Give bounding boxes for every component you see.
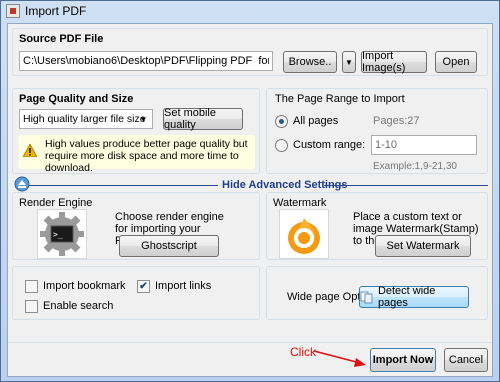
all-pages-label[interactable]: All pages xyxy=(293,115,338,127)
wide-page-panel: Wide page Option Detect wide pages xyxy=(266,266,488,320)
render-engine-heading: Render Engine xyxy=(19,197,93,209)
flame-stamp-icon xyxy=(288,218,320,254)
custom-range-label[interactable]: Custom range: xyxy=(293,139,365,151)
warning-icon xyxy=(23,144,37,157)
quality-panel: Page Quality and Size High quality large… xyxy=(12,88,260,174)
page-range-heading: The Page Range to Import xyxy=(275,93,405,105)
source-heading: Source PDF File xyxy=(19,33,104,45)
window-title: Import PDF xyxy=(25,4,87,18)
watermark-heading: Watermark xyxy=(273,197,327,209)
import-links-label[interactable]: Import links xyxy=(155,280,211,292)
svg-text:>_: >_ xyxy=(53,230,63,239)
import-bookmark-label[interactable]: Import bookmark xyxy=(43,280,126,292)
advanced-divider-right xyxy=(324,185,488,186)
import-bookmark-checkbox[interactable] xyxy=(25,280,38,293)
red-arrow-icon xyxy=(313,350,366,367)
detect-pages-icon xyxy=(360,291,373,304)
range-example: Example:1,9-21,30 xyxy=(373,161,457,172)
page-range-panel: The Page Range to Import All pages Pages… xyxy=(266,88,488,174)
browse-dropdown-button[interactable]: ▼ xyxy=(342,51,356,73)
render-engine-panel: Render Engine >_ Choose render engine fo… xyxy=(12,192,260,260)
detect-wide-pages-button[interactable]: Detect wide pages xyxy=(359,285,469,309)
enable-search-checkbox[interactable] xyxy=(25,300,38,313)
chevron-down-icon: ▼ xyxy=(139,114,148,124)
collapse-up-icon[interactable] xyxy=(14,176,30,192)
quality-hint-text: High values produce better page quality … xyxy=(45,138,248,174)
footer-bar: Click Import Now Cancel xyxy=(8,342,492,376)
all-pages-radio[interactable] xyxy=(275,115,288,128)
quality-heading: Page Quality and Size xyxy=(19,93,134,105)
watermark-panel: Watermark Place a custom text or image W… xyxy=(266,192,488,260)
import-options-panel: Import bookmark ✔ Import links Enable se… xyxy=(12,266,260,320)
source-path-field[interactable] xyxy=(19,51,273,71)
pages-count: Pages:27 xyxy=(373,115,420,127)
app-icon xyxy=(6,4,20,18)
dialog-body: Source PDF File Browse.. ▼ Import Image(… xyxy=(7,23,493,377)
terminal-icon-box: >_ xyxy=(37,209,87,259)
import-now-button[interactable]: Import Now xyxy=(370,348,436,372)
cancel-button[interactable]: Cancel xyxy=(444,348,488,372)
quality-selected-value: High quality larger file size xyxy=(23,113,146,125)
enable-search-label[interactable]: Enable search xyxy=(43,300,113,312)
quality-hint: High values produce better page quality … xyxy=(19,135,255,174)
browse-button[interactable]: Browse.. xyxy=(283,51,337,73)
quality-select[interactable]: High quality larger file size ▼ xyxy=(19,109,153,129)
ghostscript-button[interactable]: Ghostscript xyxy=(119,235,219,257)
custom-range-radio[interactable] xyxy=(275,139,288,152)
advanced-divider-left xyxy=(28,185,218,186)
source-panel: Source PDF File Browse.. ▼ Import Image(… xyxy=(12,28,488,76)
gear-terminal-icon: >_ xyxy=(40,212,84,256)
import-links-checkbox[interactable]: ✔ xyxy=(137,280,150,293)
set-watermark-button[interactable]: Set Watermark xyxy=(375,235,471,257)
title-bar: Import PDF xyxy=(1,1,499,21)
import-pdf-window: Import PDF Source PDF File Browse.. ▼ Im… xyxy=(0,0,500,382)
watermark-icon-box xyxy=(279,209,329,259)
open-button[interactable]: Open xyxy=(435,51,477,73)
set-mobile-quality-button[interactable]: Set mobile quality xyxy=(163,107,243,131)
import-images-button[interactable]: Import Image(s) xyxy=(361,50,427,74)
detect-wide-pages-label: Detect wide pages xyxy=(377,285,436,309)
check-icon: ✔ xyxy=(139,281,148,292)
custom-range-field[interactable] xyxy=(371,135,477,155)
